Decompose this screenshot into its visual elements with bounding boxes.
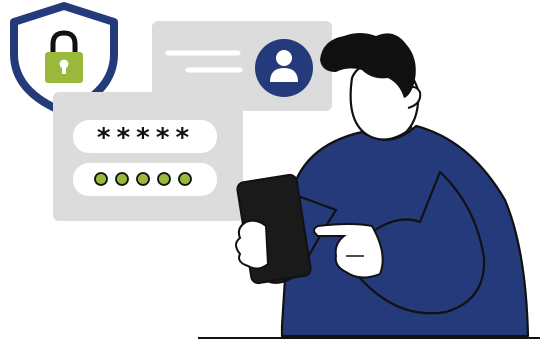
pin-dot xyxy=(94,172,108,186)
user-avatar-icon xyxy=(255,39,313,97)
left-hand xyxy=(235,219,270,270)
pin-dot xyxy=(136,172,150,186)
pin-dot xyxy=(178,172,192,186)
password-mask: ***** xyxy=(96,123,194,153)
pin-dot xyxy=(157,172,171,186)
security-login-illustration: ***** xyxy=(10,2,540,339)
login-card: ***** xyxy=(53,92,243,221)
pin-dot xyxy=(115,172,129,186)
